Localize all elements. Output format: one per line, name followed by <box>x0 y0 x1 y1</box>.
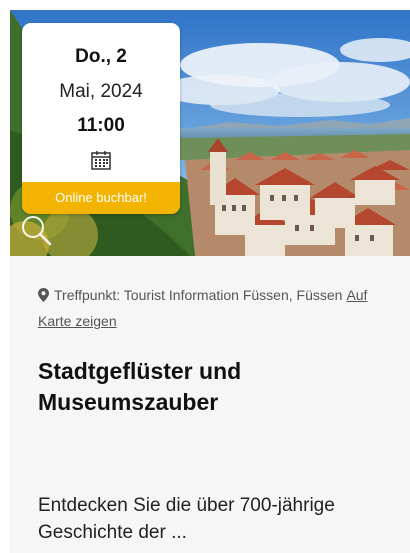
event-time: 11:00 <box>77 115 125 136</box>
event-day: Do., 2 <box>75 46 127 67</box>
event-title[interactable]: Stadtgeflüster und Museumszauber <box>38 356 378 418</box>
magnifier-icon[interactable] <box>18 212 54 248</box>
date-box: Do., 2 Mai, 2024 11:00 Online buchbar! <box>22 23 180 214</box>
event-description: Entdecken Sie die über 700-jährige Gesch… <box>38 495 335 543</box>
online-bookable-badge: Online buchbar! <box>22 182 180 214</box>
meeting-point: Treffpunkt: Tourist Information Füssen, … <box>38 282 378 334</box>
page: Do., 2 Mai, 2024 11:00 Online buchbar! T… <box>0 0 410 553</box>
calendar-icon[interactable] <box>90 149 112 171</box>
location-pin-icon <box>38 288 49 302</box>
event-card[interactable]: Do., 2 Mai, 2024 11:00 Online buchbar! T… <box>10 10 410 553</box>
meeting-point-text: Treffpunkt: Tourist Information Füssen, … <box>54 287 343 303</box>
event-month-year: Mai, 2024 <box>59 81 143 102</box>
